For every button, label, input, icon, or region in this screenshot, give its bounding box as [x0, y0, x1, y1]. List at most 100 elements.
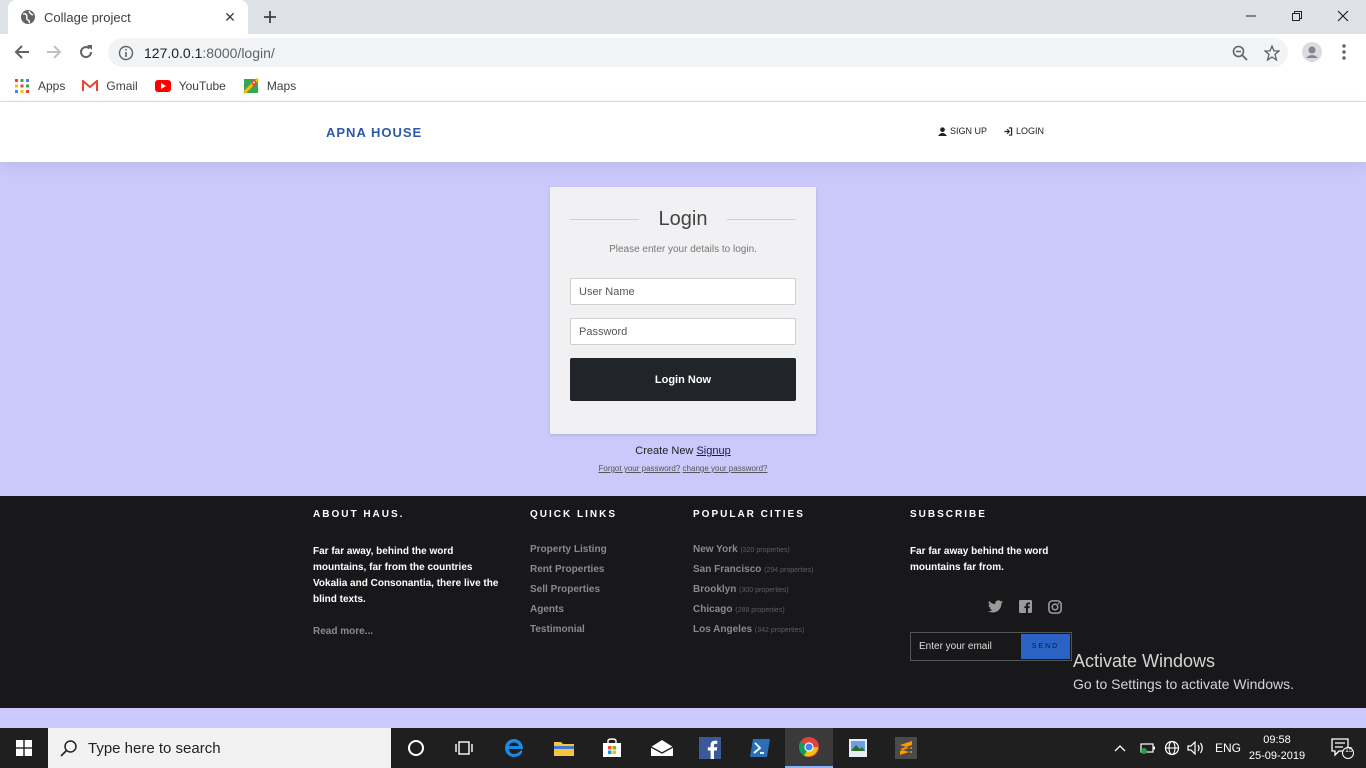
taskbar-search[interactable]: Type here to search — [48, 728, 391, 768]
start-button[interactable] — [0, 728, 48, 768]
taskbar-photo-app[interactable] — [834, 728, 882, 768]
windows-logo-icon — [16, 740, 32, 756]
instagram-icon[interactable] — [1048, 600, 1062, 614]
forward-button[interactable] — [40, 38, 68, 66]
tab-close-icon[interactable]: ✕ — [218, 5, 242, 29]
system-tray: ENG — [1114, 728, 1241, 768]
login-subtitle: Please enter your details to login. — [609, 244, 757, 255]
tab-title: Collage project — [44, 9, 131, 25]
network-globe-icon[interactable] — [1164, 740, 1180, 756]
task-view-button[interactable] — [440, 728, 488, 768]
signup-page-link[interactable]: Signup — [696, 445, 730, 457]
clock-time: 09:58 — [1263, 734, 1291, 746]
close-icon — [1337, 10, 1349, 22]
site-header: APNA HOUSE SIGN UP LOGIN — [0, 102, 1366, 162]
battery-icon[interactable] — [1140, 742, 1156, 754]
subscribe-email-input[interactable] — [911, 633, 1021, 660]
url-host: 127.0.0.1 — [144, 44, 203, 61]
username-input[interactable] — [570, 278, 796, 305]
youtube-icon — [154, 78, 171, 94]
zoom-button[interactable] — [1226, 38, 1254, 67]
city-link[interactable]: Brooklyn (300 properties) — [693, 584, 883, 595]
profile-button[interactable] — [1298, 38, 1326, 66]
quick-link-property-listing[interactable]: Property Listing — [530, 544, 670, 555]
city-link[interactable]: New York (320 properties) — [693, 544, 883, 555]
new-tab-button[interactable] — [258, 5, 282, 29]
taskbar-powershell[interactable] — [736, 728, 784, 768]
quick-link-sell-properties[interactable]: Sell Properties — [530, 584, 670, 595]
create-account-row: Create New Signup — [0, 445, 1366, 457]
city-name: Chicago — [693, 604, 733, 615]
quick-link-rent-properties[interactable]: Rent Properties — [530, 564, 670, 575]
city-link[interactable]: Los Angeles (342 properties) — [693, 624, 883, 635]
read-more-link[interactable]: Read more... — [313, 626, 503, 637]
send-button[interactable]: SEND — [1021, 634, 1070, 659]
city-link[interactable]: Chicago (288 properties) — [693, 604, 883, 615]
login-link[interactable]: LOGIN — [1003, 126, 1044, 136]
login-button[interactable]: Login Now — [570, 358, 796, 401]
user-icon — [938, 126, 947, 136]
bookmark-maps[interactable]: Maps — [242, 77, 296, 94]
quick-link-testimonial[interactable]: Testimonial — [530, 624, 670, 635]
taskbar-sublime-text[interactable] — [882, 728, 930, 768]
taskbar-facebook[interactable] — [686, 728, 734, 768]
bookmark-youtube[interactable]: YouTube — [154, 78, 226, 94]
password-input[interactable] — [570, 318, 796, 345]
reload-button[interactable] — [72, 38, 100, 66]
taskbar-clock[interactable]: 09:58 25-09-2019 — [1244, 732, 1310, 764]
restore-button[interactable] — [1274, 0, 1320, 32]
minimize-button[interactable] — [1228, 0, 1274, 32]
taskbar-store[interactable] — [588, 728, 636, 768]
site-logo[interactable]: APNA HOUSE — [326, 125, 422, 140]
signup-link[interactable]: SIGN UP — [938, 126, 987, 136]
city-count: (320 properties) — [740, 547, 790, 554]
address-bar[interactable]: 127.0.0.1:8000/login/ — [108, 38, 1288, 67]
bookmark-star-button[interactable] — [1258, 38, 1286, 67]
menu-button[interactable] — [1330, 38, 1358, 66]
footer-heading: ABOUT HAUS. — [313, 509, 405, 520]
create-account-text: Create New — [635, 445, 697, 457]
sublime-text-icon — [895, 737, 917, 759]
city-count: (300 properties) — [739, 587, 789, 594]
plus-icon — [264, 11, 276, 23]
taskbar-file-explorer[interactable] — [540, 728, 588, 768]
city-link[interactable]: San Francisco (294 properties) — [693, 564, 883, 575]
bookmark-apps[interactable]: Apps — [14, 78, 65, 94]
bookmark-label: YouTube — [178, 78, 226, 93]
twitter-icon[interactable] — [988, 600, 1003, 613]
change-password-link[interactable]: change your password? — [683, 464, 768, 473]
browser-tab[interactable]: Collage project ✕ — [8, 0, 248, 34]
url-text[interactable]: 127.0.0.1:8000/login/ — [144, 45, 275, 61]
password-help-row: Forgot your password? change your passwo… — [0, 464, 1366, 473]
facebook-icon[interactable] — [1019, 600, 1032, 613]
cortana-button[interactable] — [392, 728, 440, 768]
input-language[interactable]: ENG — [1215, 741, 1241, 755]
edge-icon — [505, 739, 523, 757]
powershell-icon — [750, 739, 770, 757]
quick-link-agents[interactable]: Agents — [530, 604, 670, 615]
chrome-icon — [798, 737, 819, 757]
login-title: Login — [658, 207, 708, 230]
footer-heading: SUBSCRIBE — [910, 509, 987, 520]
social-links — [988, 600, 1062, 614]
taskbar-chrome[interactable] — [785, 728, 833, 768]
taskbar-mail[interactable] — [638, 728, 686, 768]
chevron-up-icon[interactable] — [1114, 744, 1126, 752]
close-window-button[interactable] — [1320, 0, 1366, 32]
city-name: Brooklyn — [693, 584, 737, 595]
back-button[interactable] — [8, 38, 36, 66]
volume-icon[interactable] — [1187, 741, 1205, 755]
apps-grid-icon — [14, 78, 30, 94]
clock-date: 25-09-2019 — [1248, 750, 1306, 762]
city-count: (342 properties) — [754, 627, 805, 634]
city-count: (294 properties) — [764, 567, 814, 574]
bookmark-gmail[interactable]: Gmail — [82, 78, 138, 94]
taskbar-edge[interactable] — [490, 728, 538, 768]
divider — [727, 218, 796, 220]
windows-taskbar: Type here to search ENG 09:58 25-09-2019… — [0, 728, 1366, 768]
login-card: Login Please enter your details to login… — [550, 187, 816, 434]
info-icon[interactable] — [118, 45, 134, 61]
city-name: New York — [693, 544, 738, 555]
forgot-password-link[interactable]: Forgot your password? — [598, 464, 680, 473]
action-center-button[interactable]: 15 — [1318, 728, 1366, 768]
